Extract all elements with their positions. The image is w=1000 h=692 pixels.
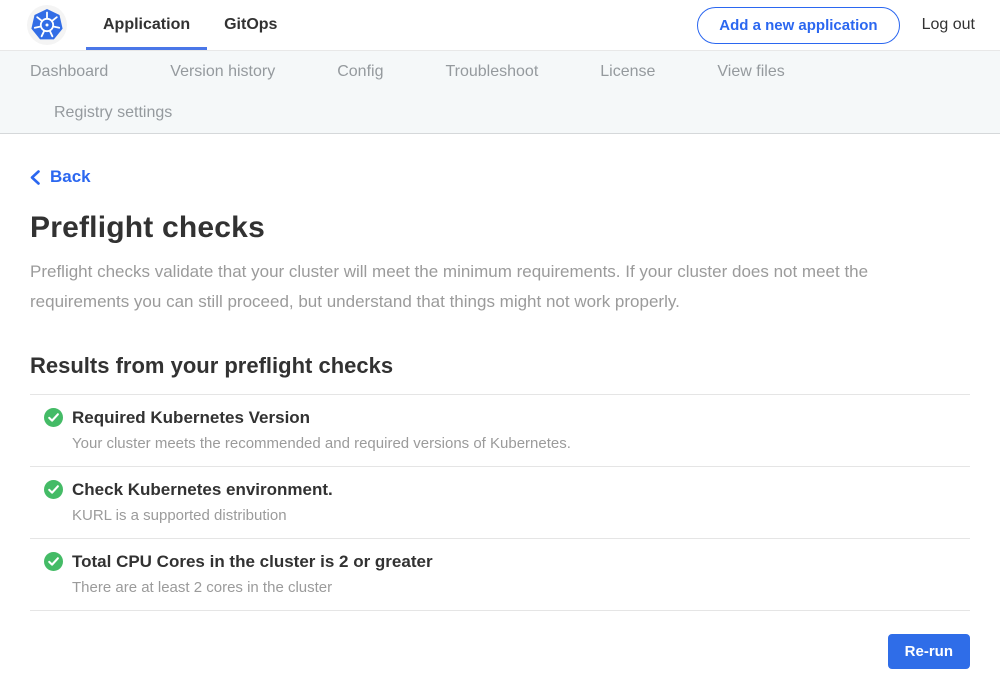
top-navbar: Application GitOps Add a new application… [0, 0, 1000, 51]
check-message: Your cluster meets the recommended and r… [72, 435, 970, 452]
back-chevron-icon [30, 170, 40, 185]
tab-gitops[interactable]: GitOps [207, 0, 294, 50]
top-tabs: Application GitOps [86, 0, 294, 50]
subnav-item-troubleshoot[interactable]: Troubleshoot [445, 63, 538, 81]
app-subnav: Dashboard Version history Config Trouble… [0, 51, 1000, 134]
results-heading: Results from your preflight checks [30, 353, 970, 379]
check-title-row: Total CPU Cores in the cluster is 2 or g… [44, 552, 970, 572]
preflight-results-list: Required Kubernetes Version Your cluster… [30, 394, 970, 611]
subnav-row-2: Registry settings [30, 92, 1000, 133]
tab-application[interactable]: Application [86, 0, 207, 50]
subnav-item-license[interactable]: License [600, 63, 655, 81]
page-title: Preflight checks [30, 211, 970, 245]
check-message: KURL is a supported distribution [72, 507, 970, 524]
main-content: Back Preflight checks Preflight checks v… [0, 134, 1000, 692]
check-title-row: Required Kubernetes Version [44, 408, 970, 428]
check-pass-icon [44, 480, 63, 499]
check-title: Total CPU Cores in the cluster is 2 or g… [72, 552, 433, 572]
tab-gitops-label: GitOps [224, 16, 277, 34]
subnav-item-dashboard[interactable]: Dashboard [30, 63, 108, 81]
tab-application-label: Application [103, 16, 190, 34]
subnav-item-registry-settings[interactable]: Registry settings [54, 104, 172, 122]
subnav-item-config[interactable]: Config [337, 63, 383, 81]
preflight-check-row: Check Kubernetes environment. KURL is a … [30, 467, 970, 539]
check-pass-icon [44, 552, 63, 571]
preflight-check-row: Required Kubernetes Version Your cluster… [30, 395, 970, 467]
check-title: Required Kubernetes Version [72, 408, 310, 428]
check-pass-icon [44, 408, 63, 427]
subnav-row-1: Dashboard Version history Config Trouble… [30, 51, 1000, 92]
preflight-check-row: Total CPU Cores in the cluster is 2 or g… [30, 539, 970, 611]
subnav-item-view-files[interactable]: View files [717, 63, 784, 81]
topbar-right: Add a new application Log out [697, 0, 975, 50]
back-link-label: Back [50, 167, 91, 187]
check-message: There are at least 2 cores in the cluste… [72, 579, 970, 596]
check-title: Check Kubernetes environment. [72, 480, 333, 500]
subnav-item-version-history[interactable]: Version history [170, 63, 275, 81]
rerun-button[interactable]: Re-run [888, 634, 970, 669]
add-application-button[interactable]: Add a new application [697, 7, 899, 44]
back-link[interactable]: Back [30, 167, 91, 187]
page-description: Preflight checks validate that your clus… [30, 257, 950, 317]
check-title-row: Check Kubernetes environment. [44, 480, 970, 500]
kubernetes-logo[interactable] [27, 5, 67, 45]
kubernetes-wheel-icon [27, 5, 67, 45]
results-footer: Re-run [30, 611, 970, 692]
logout-link[interactable]: Log out [922, 16, 975, 34]
